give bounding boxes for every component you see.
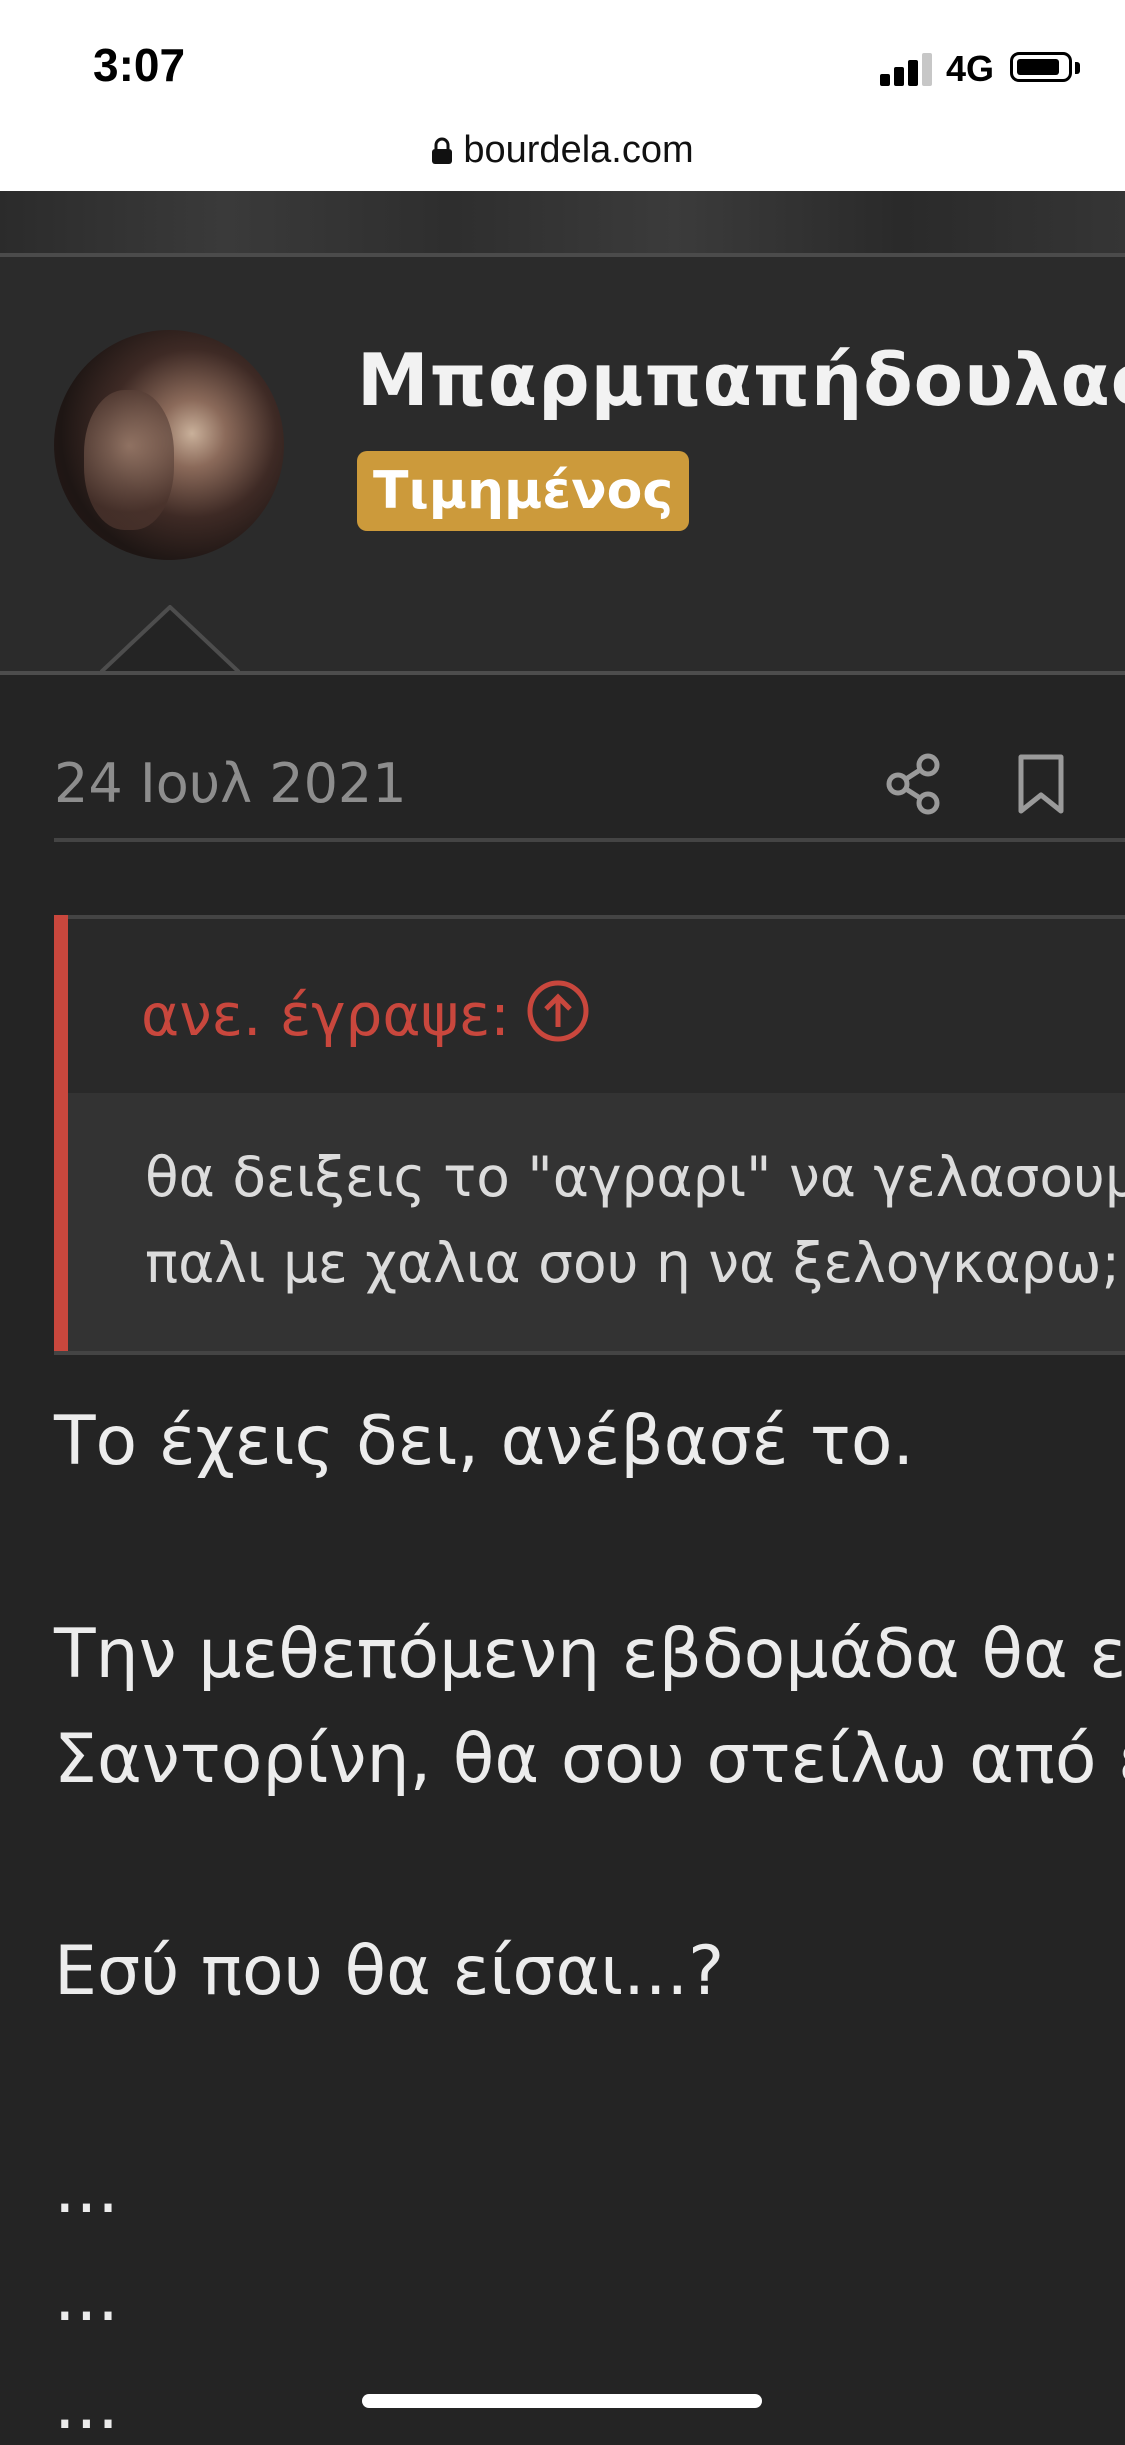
message-line: Το έχεις δει, ανέβασέ το. <box>54 1402 915 1481</box>
quote-author[interactable]: ανε. έγραψε: <box>141 981 510 1049</box>
network-type: 4G <box>946 48 995 89</box>
cellular-signal-icon <box>880 52 936 86</box>
page-banner <box>0 191 1125 253</box>
quote-text-line: θα δειξεις το "αγραρι" να γελασουμε <box>145 1145 1125 1209</box>
quote-text-line: παλι με χαλια σου η να ξελογκαρω; <box>145 1231 1121 1295</box>
divider <box>0 671 1125 675</box>
caret-pointer <box>100 605 240 675</box>
message-line: ... <box>54 2366 119 2445</box>
message-line: Την μεθεπόμενη εβδομάδα θα ε <box>54 1615 1125 1694</box>
message-line: ... <box>54 2150 119 2229</box>
bookmark-icon[interactable] <box>1016 753 1066 815</box>
share-icon[interactable] <box>884 753 944 815</box>
post-date[interactable]: 24 Ιουλ 2021 <box>54 752 407 815</box>
quote-body: θα δειξεις το "αγραρι" να γελασουμε παλι… <box>68 1093 1125 1351</box>
avatar[interactable] <box>54 330 284 560</box>
home-indicator[interactable] <box>362 2394 762 2408</box>
battery-icon <box>1010 52 1072 82</box>
address-bar[interactable]: bourdela.com <box>0 125 1125 191</box>
message-line: Σαντορίνη, θα σου στείλω από ε <box>54 1720 1125 1799</box>
message-line: Εσύ που θα είσαι...? <box>54 1932 725 2011</box>
arrow-up-circle-icon[interactable] <box>526 979 590 1043</box>
quote-block: ανε. έγραψε: θα δειξεις το "αγραρι" να γ… <box>54 915 1125 1355</box>
lock-icon <box>432 137 453 164</box>
rank-badge: Τιμημένος <box>357 451 690 531</box>
quote-accent-bar <box>54 915 68 1355</box>
status-time: 3:07 <box>93 39 186 91</box>
message-line: ... <box>54 2258 119 2337</box>
status-bar: 3:07 4G <box>0 0 1125 130</box>
divider <box>54 838 1125 842</box>
username[interactable]: Μπαρμπαπήδουλας <box>357 338 1125 422</box>
url-text: bourdela.com <box>463 129 694 171</box>
